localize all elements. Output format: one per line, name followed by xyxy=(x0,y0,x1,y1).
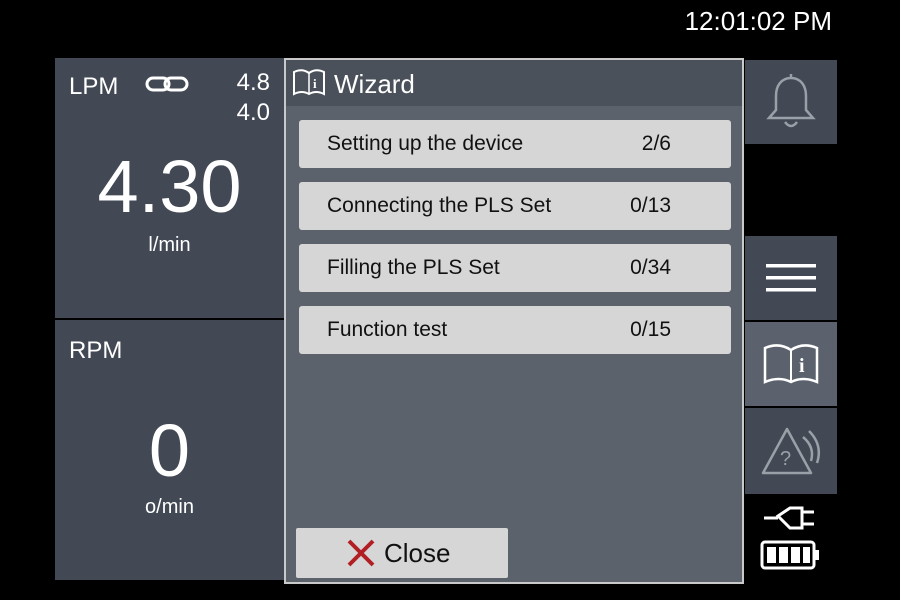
help-warning-button[interactable]: ? xyxy=(745,408,837,494)
close-button[interactable]: Close xyxy=(296,528,508,578)
rpm-label: RPM xyxy=(69,337,123,364)
rpm-panel: RPM 0 o/min xyxy=(55,320,284,580)
wizard-dialog: i Wizard Setting up the device 2/6 Conne… xyxy=(284,58,744,584)
lpm-limit-high: 4.8 xyxy=(236,69,270,96)
power-status xyxy=(745,496,837,580)
wizard-step[interactable]: Function test 0/15 xyxy=(299,306,731,354)
alarm-button[interactable] xyxy=(745,60,837,144)
lpm-unit: l/min xyxy=(148,234,191,256)
lpm-limit-low: 4.0 xyxy=(236,99,270,126)
step-name: Connecting the PLS Set xyxy=(327,194,552,217)
lpm-panel: LPM 4.8 4.0 4.30 l/min xyxy=(55,58,284,318)
svg-text:?: ? xyxy=(780,448,791,470)
close-label: Close xyxy=(384,538,451,568)
book-info-icon: i xyxy=(763,344,819,384)
bell-icon xyxy=(766,74,816,128)
wizard-step[interactable]: Setting up the device 2/6 xyxy=(299,120,731,168)
wizard-step[interactable]: Connecting the PLS Set 0/13 xyxy=(299,182,731,230)
close-icon xyxy=(347,539,375,567)
menu-icon xyxy=(766,264,816,292)
lpm-value: 4.30 xyxy=(97,145,242,228)
link-icon xyxy=(145,76,189,92)
step-name: Filling the PLS Set xyxy=(327,256,500,279)
step-count: 0/15 xyxy=(630,318,671,341)
svg-text:i: i xyxy=(313,76,317,91)
dialog-title: Wizard xyxy=(334,69,415,99)
menu-button[interactable] xyxy=(745,236,837,320)
book-info-icon: i xyxy=(293,69,325,96)
wizard-step[interactable]: Filling the PLS Set 0/34 xyxy=(299,244,731,292)
rpm-value: 0 xyxy=(148,409,191,492)
warning-question-icon: ? xyxy=(761,427,820,475)
rpm-unit: o/min xyxy=(145,496,194,518)
battery-icon xyxy=(760,540,819,570)
svg-text:i: i xyxy=(799,355,805,377)
dialog-header: i Wizard xyxy=(286,60,742,106)
step-name: Setting up the device xyxy=(327,132,524,155)
step-count: 2/6 xyxy=(641,132,671,155)
clock: 12:01:02 PM xyxy=(684,6,832,36)
step-count: 0/13 xyxy=(630,194,671,217)
step-name: Function test xyxy=(327,318,448,341)
step-count: 0/34 xyxy=(630,256,671,279)
plug-icon xyxy=(764,506,814,530)
lpm-label: LPM xyxy=(69,73,119,100)
wizard-button[interactable]: i xyxy=(745,322,837,406)
